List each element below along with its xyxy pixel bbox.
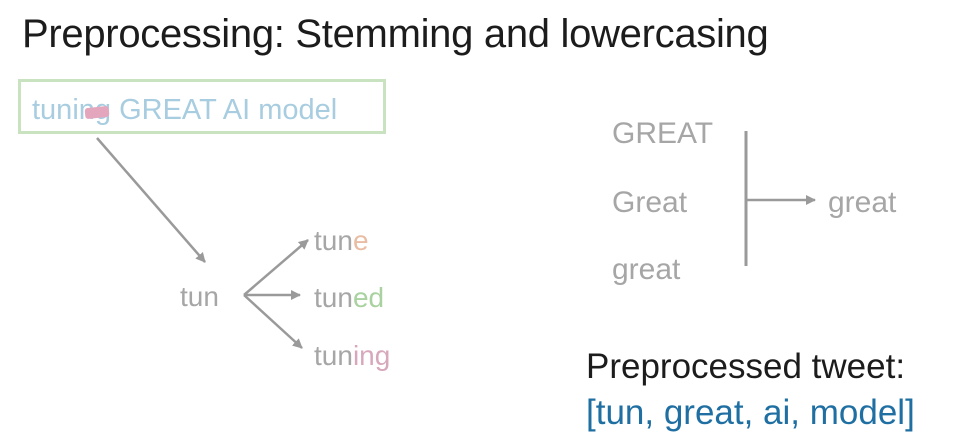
suffix-e: e	[352, 225, 369, 256]
suffix-ing: ing	[352, 340, 391, 371]
preprocessed-value: [tun, great, ai, model]	[586, 393, 915, 432]
case-input-title: Great	[612, 186, 688, 219]
stem-variant-tuned: tuned	[314, 282, 385, 313]
stem-variant-tune: tune	[314, 225, 369, 256]
case-input-upper: GREAT	[612, 117, 714, 150]
stem-variant-tuning: tuning	[314, 340, 391, 371]
tweet-to-stem-arrow	[96, 137, 206, 263]
stem-root: tun	[180, 281, 219, 312]
stem-arrow-tuning	[243, 294, 303, 349]
case-input-lower: great	[612, 253, 681, 286]
case-output: great	[828, 186, 897, 219]
stem-arrow-tune	[243, 239, 309, 296]
suffix-ed: ed	[352, 282, 385, 313]
preprocessed-label: Preprocessed tweet:	[586, 347, 906, 386]
